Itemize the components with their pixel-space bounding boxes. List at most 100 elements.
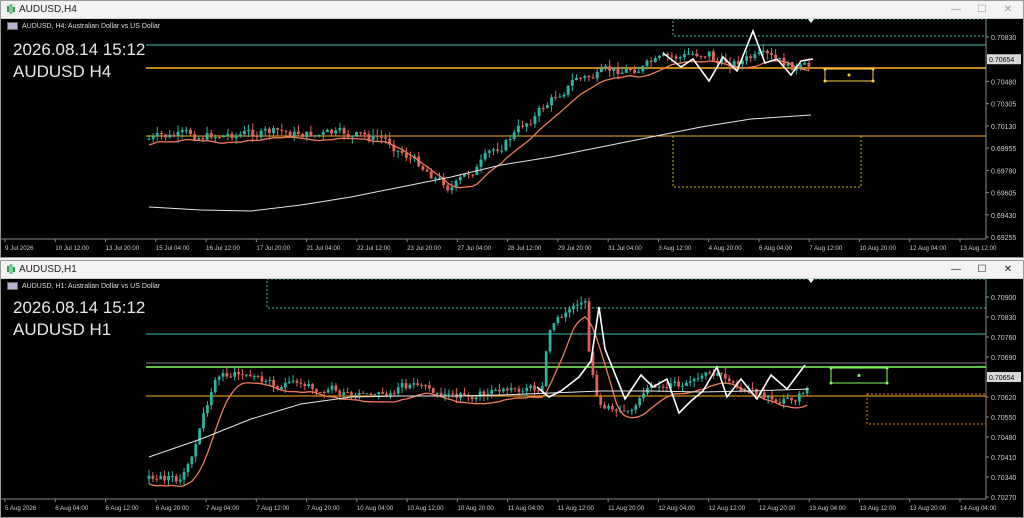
candle-body xyxy=(579,77,583,79)
candle-body xyxy=(765,50,769,54)
time-tick-label: 11 Aug 12:00 xyxy=(558,505,595,512)
range-handle xyxy=(857,374,861,377)
candle-body xyxy=(365,393,369,395)
candle-body xyxy=(357,393,361,395)
candle-body xyxy=(533,385,536,391)
candle-body xyxy=(359,132,363,134)
time-tick-label: 3 Aug 12:00 xyxy=(658,245,692,252)
time-tick-label: 12 Aug 20:00 xyxy=(759,505,796,512)
symbol-overlay: AUDUSD H4 xyxy=(13,62,112,81)
candle-body xyxy=(234,136,238,139)
title-bar-h1[interactable]: AUDUSD,H1 — ☐ ✕ xyxy=(1,261,1023,279)
candle-body xyxy=(794,400,797,402)
candle-body xyxy=(626,410,630,412)
candle-body xyxy=(381,392,385,394)
flag-icon xyxy=(7,22,18,30)
candle-body xyxy=(307,384,311,386)
candle-body xyxy=(197,138,201,140)
candle-body xyxy=(696,378,700,380)
candle-body xyxy=(657,386,661,388)
price-chart-h4[interactable]: 0.70830 0.70654 0.70480 0.70305 0.70130 0.699… xyxy=(1,19,1023,257)
candle-body xyxy=(260,376,264,382)
candle-body xyxy=(321,132,325,135)
price-tick-label: 0.70480 xyxy=(991,79,1016,86)
candle-body xyxy=(608,66,612,71)
candle-body xyxy=(384,137,388,139)
candle-body xyxy=(263,128,267,131)
candle-body xyxy=(225,373,229,377)
time-tick-label: 28 Jul 12:00 xyxy=(508,245,542,252)
candle-body xyxy=(657,55,661,58)
candle-body xyxy=(529,123,533,125)
range-handle xyxy=(823,79,827,83)
candle-body xyxy=(355,132,358,136)
candle-body xyxy=(607,406,610,409)
candle-body xyxy=(653,57,657,63)
candle-body xyxy=(155,132,159,137)
candle-body xyxy=(685,382,688,387)
range-handle xyxy=(885,381,889,385)
candle-body xyxy=(572,305,575,310)
zone-box xyxy=(672,135,862,188)
minimize-button[interactable]: — xyxy=(943,1,969,18)
title-bar-h4[interactable]: AUDUSD,H4 — ☐ ✕ xyxy=(1,1,1023,19)
range-handle xyxy=(871,79,875,83)
candle-body xyxy=(256,375,260,377)
candle-body xyxy=(435,392,439,394)
chart-window-h4[interactable]: AUDUSD,H4 — ☐ ✕ 0.70830 0.70654 0.70480 0.7… xyxy=(0,0,1024,258)
candle-body xyxy=(703,56,707,58)
candle-body xyxy=(305,131,309,138)
candle-body xyxy=(778,402,782,404)
candle-body xyxy=(498,389,501,392)
candle-body xyxy=(159,475,163,480)
candle-body xyxy=(575,304,579,306)
candle-body xyxy=(711,51,715,61)
candle-body xyxy=(595,374,599,397)
candle-body xyxy=(558,96,562,98)
candle-body xyxy=(171,476,174,478)
candle-body xyxy=(244,374,248,376)
minimize-button[interactable]: — xyxy=(943,261,969,278)
candle-body xyxy=(247,129,251,132)
candle-body xyxy=(147,475,151,479)
candle-body xyxy=(151,136,155,139)
maximize-button[interactable]: ☐ xyxy=(969,261,995,278)
candle-body xyxy=(180,130,184,133)
candle-body xyxy=(614,409,618,412)
candle-body xyxy=(209,133,213,138)
chart-window-h1[interactable]: AUDUSD,H1 — ☐ ✕ 0.70900 0.70830 0.70760 0.7… xyxy=(0,260,1024,518)
moving-average-fast xyxy=(148,315,808,488)
candle-body xyxy=(186,464,190,473)
candle-body xyxy=(377,392,381,395)
candle-body xyxy=(450,187,454,191)
close-button[interactable]: ✕ xyxy=(995,1,1021,18)
candle-body xyxy=(451,393,455,395)
price-chart-h1[interactable]: 0.70900 0.70830 0.70760 0.70690 0.70654 0.706… xyxy=(1,279,1023,517)
time-tick-label: 22 Jul 12:00 xyxy=(357,245,391,252)
candle-body xyxy=(206,405,209,414)
window-title: AUDUSD,H4 xyxy=(19,4,77,15)
candle-body xyxy=(556,317,560,324)
candle-body xyxy=(400,150,404,154)
symbol-description: AUDUSD, H4: Australian Dollar vs US Doll… xyxy=(22,22,161,30)
close-button[interactable]: ✕ xyxy=(995,261,1021,278)
candle-body xyxy=(408,157,412,159)
candle-body xyxy=(412,383,416,385)
maximize-button[interactable]: ☐ xyxy=(969,1,995,18)
candle-body xyxy=(649,60,653,63)
candle-body xyxy=(731,381,735,383)
candle-body xyxy=(500,150,504,152)
candle-body xyxy=(513,387,517,389)
candle-body xyxy=(420,384,423,386)
price-tick-label: 0.69780 xyxy=(991,168,1016,175)
price-tick-label: 0.70480 xyxy=(991,435,1016,442)
time-tick-label: 16 Jul 12:00 xyxy=(206,245,240,252)
time-tick-label: 21 Jul 04:00 xyxy=(307,245,341,252)
candle-body xyxy=(634,405,638,410)
candle-body xyxy=(688,381,692,383)
candle-body xyxy=(221,373,225,377)
candle-body xyxy=(541,108,545,110)
candle-body xyxy=(369,393,373,396)
candle-body xyxy=(429,171,433,179)
candle-body xyxy=(550,97,554,106)
